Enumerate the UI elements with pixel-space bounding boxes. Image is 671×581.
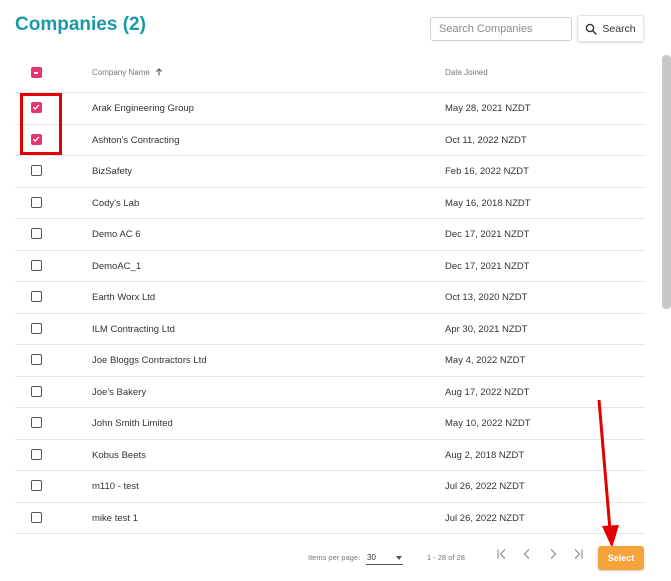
table-row[interactable]: John Smith Limited May 10, 2022 NZDT [15,408,645,440]
company-name-cell: Earth Worx Ltd [92,292,156,303]
chevron-left-icon [523,549,530,559]
row-checkbox[interactable] [31,259,42,271]
date-joined-cell: Jul 26, 2022 NZDT [445,512,525,524]
table-row[interactable]: Joe's Bakery Aug 17, 2022 NZDT [15,377,645,408]
row-checkbox[interactable] [31,511,42,523]
items-per-page-value: 30 [367,553,376,562]
company-name-cell: John Smith Limited [92,418,173,429]
date-joined-cell: Jul 26, 2022 NZDT [445,481,525,492]
table-row[interactable]: Kobus Beets Aug 2, 2018 NZDT [15,440,645,471]
annotation-highlight-box [20,93,62,155]
company-name-cell: Joe Bloggs Contractors Ltd [92,355,207,366]
date-joined-cell: May 16, 2018 NZDT [445,197,531,209]
sort-ascending-icon [155,68,163,76]
table-row[interactable]: Demo AC 6 Dec 17, 2021 NZDT [15,219,645,251]
row-checkbox[interactable] [31,354,42,365]
first-page-icon [497,549,506,559]
chevron-right-icon [550,549,557,559]
table-row[interactable]: Arak Engineering Group May 28, 2021 NZDT [15,93,645,125]
row-checkbox[interactable] [31,448,42,460]
company-name-cell: BizSafety [92,166,133,177]
company-name-cell: DemoAC_1 [92,260,142,272]
table-row[interactable]: Cody's Lab May 16, 2018 NZDT [15,188,645,219]
annotation-arrow-icon [597,399,619,548]
date-joined-cell: Feb 16, 2022 NZDT [445,166,529,177]
date-joined-cell: May 4, 2022 NZDT [445,355,526,366]
table-row[interactable]: Joe Bloggs Contractors Ltd May 4, 2022 NZ… [15,345,645,377]
previous-page-button[interactable] [519,546,535,562]
date-joined-cell: May 28, 2021 NZDT [445,103,531,114]
company-name-cell: Kobus Beets [92,449,146,461]
company-name-cell: Ashton's Contracting [92,134,180,146]
row-checkbox[interactable] [31,417,42,428]
table-row[interactable]: Ashton's Contracting Oct 11, 2022 NZDT [15,125,645,156]
company-name-cell: Arak Engineering Group [92,103,194,114]
last-page-icon [574,549,583,559]
search-button[interactable]: Search [577,15,644,42]
table-row[interactable]: BizSafety Feb 16, 2022 NZDT [15,156,645,188]
select-all-checkbox[interactable] [31,67,42,78]
items-per-page-select[interactable]: 30 [366,548,403,565]
search-icon [586,23,598,35]
date-joined-cell: Aug 2, 2018 NZDT [445,449,525,461]
date-joined-cell: Dec 17, 2021 NZDT [445,260,530,272]
column-header-date-joined[interactable]: Date Joined [445,68,488,77]
row-checkbox[interactable] [31,480,42,491]
table-row[interactable]: Earth Worx Ltd Oct 13, 2020 NZDT [15,282,645,314]
company-name-cell: ILM Contracting Ltd [92,323,175,335]
table-row[interactable]: m110 - test Jul 26, 2022 NZDT [15,471,645,503]
date-joined-cell: Apr 30, 2021 NZDT [445,323,528,335]
first-page-button[interactable] [494,546,510,562]
date-joined-cell: Oct 11, 2022 NZDT [445,134,527,146]
search-input[interactable] [430,17,572,41]
row-checkbox[interactable] [31,385,42,397]
row-checkbox[interactable] [31,165,42,176]
company-name-cell: m110 - test [92,481,139,492]
company-name-cell: Joe's Bakery [92,386,147,398]
row-checkbox[interactable] [31,228,42,239]
page-range-label: 1 - 28 of 28 [427,553,465,562]
items-per-page-label: Items per page: [308,553,361,562]
search-button-label: Search [602,22,636,35]
date-joined-cell: May 10, 2022 NZDT [445,418,531,429]
table-row[interactable]: ILM Contracting Ltd Apr 30, 2021 NZDT [15,314,645,345]
page-title: Companies (2) [15,14,146,35]
row-checkbox[interactable] [31,291,42,302]
date-joined-cell: Dec 17, 2021 NZDT [445,229,530,240]
companies-table: Company Name Date Joined Arak Engineerin… [15,55,645,534]
next-page-button[interactable] [545,546,561,562]
caret-down-icon [396,556,402,560]
row-checkbox[interactable] [31,322,42,334]
row-checkbox[interactable] [31,196,42,208]
column-header-company-name[interactable]: Company Name [92,68,163,77]
company-name-cell: Demo AC 6 [92,229,141,240]
table-row[interactable]: mike test 1 Jul 26, 2022 NZDT [15,503,645,534]
select-button[interactable]: Select [598,546,644,570]
date-joined-cell: Oct 13, 2020 NZDT [445,292,528,303]
scrollbar[interactable] [662,55,671,309]
paginator: Items per page: 30 1 - 28 of 28 Select [0,538,671,581]
date-joined-cell: Aug 17, 2022 NZDT [445,386,530,398]
last-page-button[interactable] [570,546,586,562]
table-row[interactable]: DemoAC_1 Dec 17, 2021 NZDT [15,251,645,282]
column-header-company-name-label: Company Name [92,68,150,77]
company-name-cell: Cody's Lab [92,197,140,209]
table-header: Company Name Date Joined [15,55,645,93]
company-name-cell: mike test 1 [92,512,138,524]
